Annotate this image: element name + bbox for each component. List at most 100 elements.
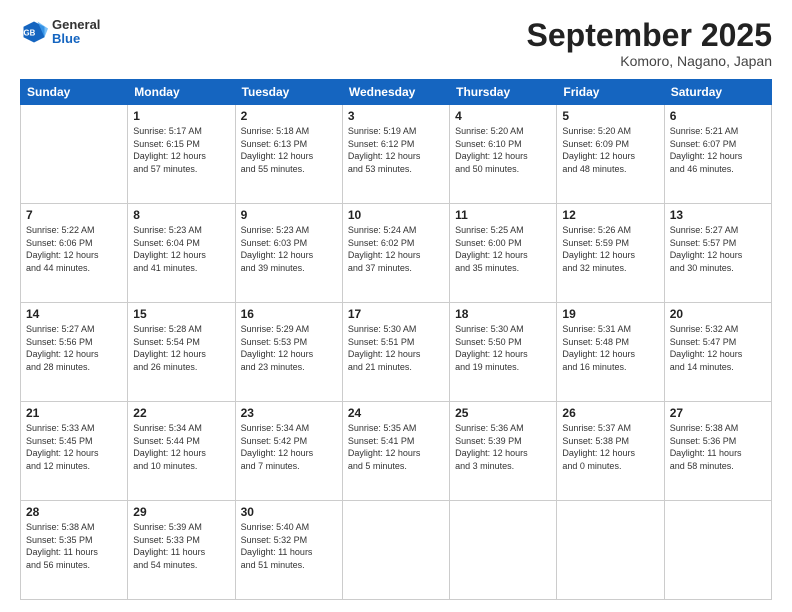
calendar-cell: 17 Sunrise: 5:30 AM Sunset: 5:51 PM Dayli… xyxy=(342,303,449,402)
calendar-cell: 23 Sunrise: 5:34 AM Sunset: 5:42 PM Dayli… xyxy=(235,402,342,501)
calendar-cell xyxy=(21,105,128,204)
page: GB General Blue September 2025 Komoro, N… xyxy=(0,0,792,612)
title-block: September 2025 Komoro, Nagano, Japan xyxy=(527,18,772,69)
weekday-header-friday: Friday xyxy=(557,80,664,105)
day-info: Sunrise: 5:20 AM Sunset: 6:10 PM Dayligh… xyxy=(455,125,551,175)
logo-blue-text: Blue xyxy=(52,32,100,46)
day-info: Sunrise: 5:23 AM Sunset: 6:04 PM Dayligh… xyxy=(133,224,229,274)
day-info: Sunrise: 5:23 AM Sunset: 6:03 PM Dayligh… xyxy=(241,224,337,274)
day-number: 11 xyxy=(455,208,551,222)
calendar-cell: 16Sunrise: 5:29 AM Sunset: 5:53 PM Dayli… xyxy=(235,303,342,402)
logo-icon: GB xyxy=(20,18,48,46)
calendar-cell xyxy=(342,501,449,600)
weekday-header-sunday: Sunday xyxy=(21,80,128,105)
calendar-cell: 18 Sunrise: 5:30 AM Sunset: 5:50 PM Dayli… xyxy=(450,303,557,402)
calendar-cell: 28Sunrise: 5:38 AM Sunset: 5:35 PM Dayli… xyxy=(21,501,128,600)
day-number: 3 xyxy=(348,109,444,123)
calendar-cell: 20Sunrise: 5:32 AM Sunset: 5:47 PM Dayli… xyxy=(664,303,771,402)
calendar-cell: 19 Sunrise: 5:31 AM Sunset: 5:48 PM Dayli… xyxy=(557,303,664,402)
day-number: 19 xyxy=(562,307,658,321)
day-info: Sunrise: 5:26 AM Sunset: 5:59 PM Dayligh… xyxy=(562,224,658,274)
day-number: 17 xyxy=(348,307,444,321)
logo-general-text: General xyxy=(52,18,100,32)
weekday-header-monday: Monday xyxy=(128,80,235,105)
day-info: Sunrise: 5:27 AM Sunset: 5:56 PM Dayligh… xyxy=(26,323,122,373)
day-info: Sunrise: 5:34 AM Sunset: 5:44 PM Dayligh… xyxy=(133,422,229,472)
calendar-cell: 24 Sunrise: 5:35 AM Sunset: 5:41 PM Dayli… xyxy=(342,402,449,501)
day-number: 23 xyxy=(241,406,337,420)
day-number: 8 xyxy=(133,208,229,222)
calendar-cell: 8 Sunrise: 5:23 AM Sunset: 6:04 PM Daylig… xyxy=(128,204,235,303)
calendar-cell: 4 Sunrise: 5:20 AM Sunset: 6:10 PM Daylig… xyxy=(450,105,557,204)
svg-text:GB: GB xyxy=(24,29,36,38)
calendar-cell: 3 Sunrise: 5:19 AM Sunset: 6:12 PM Daylig… xyxy=(342,105,449,204)
day-number: 15 xyxy=(133,307,229,321)
day-number: 21 xyxy=(26,406,122,420)
calendar-week-row: 28Sunrise: 5:38 AM Sunset: 5:35 PM Dayli… xyxy=(21,501,772,600)
day-number: 29 xyxy=(133,505,229,519)
calendar-cell: 10Sunrise: 5:24 AM Sunset: 6:02 PM Dayli… xyxy=(342,204,449,303)
day-info: Sunrise: 5:39 AM Sunset: 5:33 PM Dayligh… xyxy=(133,521,229,571)
day-number: 7 xyxy=(26,208,122,222)
weekday-header-tuesday: Tuesday xyxy=(235,80,342,105)
day-info: Sunrise: 5:38 AM Sunset: 5:36 PM Dayligh… xyxy=(670,422,766,472)
calendar-cell: 15Sunrise: 5:28 AM Sunset: 5:54 PM Dayli… xyxy=(128,303,235,402)
logo-text: General Blue xyxy=(52,18,100,47)
day-info: Sunrise: 5:25 AM Sunset: 6:00 PM Dayligh… xyxy=(455,224,551,274)
day-number: 4 xyxy=(455,109,551,123)
calendar-cell: 25Sunrise: 5:36 AM Sunset: 5:39 PM Dayli… xyxy=(450,402,557,501)
calendar-cell: 21 Sunrise: 5:33 AM Sunset: 5:45 PM Dayli… xyxy=(21,402,128,501)
calendar-cell: 13 Sunrise: 5:27 AM Sunset: 5:57 PM Dayli… xyxy=(664,204,771,303)
weekday-header-wednesday: Wednesday xyxy=(342,80,449,105)
calendar-week-row: 7 Sunrise: 5:22 AM Sunset: 6:06 PM Daylig… xyxy=(21,204,772,303)
month-title: September 2025 xyxy=(527,18,772,53)
day-info: Sunrise: 5:30 AM Sunset: 5:50 PM Dayligh… xyxy=(455,323,551,373)
day-number: 5 xyxy=(562,109,658,123)
day-number: 26 xyxy=(562,406,658,420)
location: Komoro, Nagano, Japan xyxy=(527,53,772,69)
day-info: Sunrise: 5:22 AM Sunset: 6:06 PM Dayligh… xyxy=(26,224,122,274)
day-info: Sunrise: 5:27 AM Sunset: 5:57 PM Dayligh… xyxy=(670,224,766,274)
day-number: 22 xyxy=(133,406,229,420)
day-info: Sunrise: 5:37 AM Sunset: 5:38 PM Dayligh… xyxy=(562,422,658,472)
day-info: Sunrise: 5:19 AM Sunset: 6:12 PM Dayligh… xyxy=(348,125,444,175)
weekday-header-thursday: Thursday xyxy=(450,80,557,105)
day-number: 20 xyxy=(670,307,766,321)
day-info: Sunrise: 5:21 AM Sunset: 6:07 PM Dayligh… xyxy=(670,125,766,175)
day-number: 16 xyxy=(241,307,337,321)
day-number: 1 xyxy=(133,109,229,123)
calendar-cell: 1 Sunrise: 5:17 AM Sunset: 6:15 PM Daylig… xyxy=(128,105,235,204)
calendar-week-row: 21 Sunrise: 5:33 AM Sunset: 5:45 PM Dayli… xyxy=(21,402,772,501)
calendar-table: SundayMondayTuesdayWednesdayThursdayFrid… xyxy=(20,79,772,600)
day-number: 2 xyxy=(241,109,337,123)
day-info: Sunrise: 5:24 AM Sunset: 6:02 PM Dayligh… xyxy=(348,224,444,274)
day-info: Sunrise: 5:38 AM Sunset: 5:35 PM Dayligh… xyxy=(26,521,122,571)
calendar-cell xyxy=(450,501,557,600)
day-info: Sunrise: 5:20 AM Sunset: 6:09 PM Dayligh… xyxy=(562,125,658,175)
calendar-cell: 6 Sunrise: 5:21 AM Sunset: 6:07 PM Daylig… xyxy=(664,105,771,204)
day-number: 6 xyxy=(670,109,766,123)
calendar-cell xyxy=(557,501,664,600)
calendar-cell xyxy=(664,501,771,600)
day-info: Sunrise: 5:30 AM Sunset: 5:51 PM Dayligh… xyxy=(348,323,444,373)
calendar-cell: 30Sunrise: 5:40 AM Sunset: 5:32 PM Dayli… xyxy=(235,501,342,600)
calendar-cell: 7 Sunrise: 5:22 AM Sunset: 6:06 PM Daylig… xyxy=(21,204,128,303)
calendar-week-row: 1 Sunrise: 5:17 AM Sunset: 6:15 PM Daylig… xyxy=(21,105,772,204)
day-info: Sunrise: 5:33 AM Sunset: 5:45 PM Dayligh… xyxy=(26,422,122,472)
day-info: Sunrise: 5:31 AM Sunset: 5:48 PM Dayligh… xyxy=(562,323,658,373)
calendar-week-row: 14Sunrise: 5:27 AM Sunset: 5:56 PM Dayli… xyxy=(21,303,772,402)
calendar-cell: 12Sunrise: 5:26 AM Sunset: 5:59 PM Dayli… xyxy=(557,204,664,303)
day-info: Sunrise: 5:35 AM Sunset: 5:41 PM Dayligh… xyxy=(348,422,444,472)
day-info: Sunrise: 5:34 AM Sunset: 5:42 PM Dayligh… xyxy=(241,422,337,472)
day-number: 13 xyxy=(670,208,766,222)
day-number: 30 xyxy=(241,505,337,519)
day-info: Sunrise: 5:17 AM Sunset: 6:15 PM Dayligh… xyxy=(133,125,229,175)
day-info: Sunrise: 5:36 AM Sunset: 5:39 PM Dayligh… xyxy=(455,422,551,472)
day-number: 27 xyxy=(670,406,766,420)
day-number: 24 xyxy=(348,406,444,420)
day-number: 18 xyxy=(455,307,551,321)
logo: GB General Blue xyxy=(20,18,100,47)
header: GB General Blue September 2025 Komoro, N… xyxy=(20,18,772,69)
weekday-header-saturday: Saturday xyxy=(664,80,771,105)
calendar-cell: 27 Sunrise: 5:38 AM Sunset: 5:36 PM Dayli… xyxy=(664,402,771,501)
